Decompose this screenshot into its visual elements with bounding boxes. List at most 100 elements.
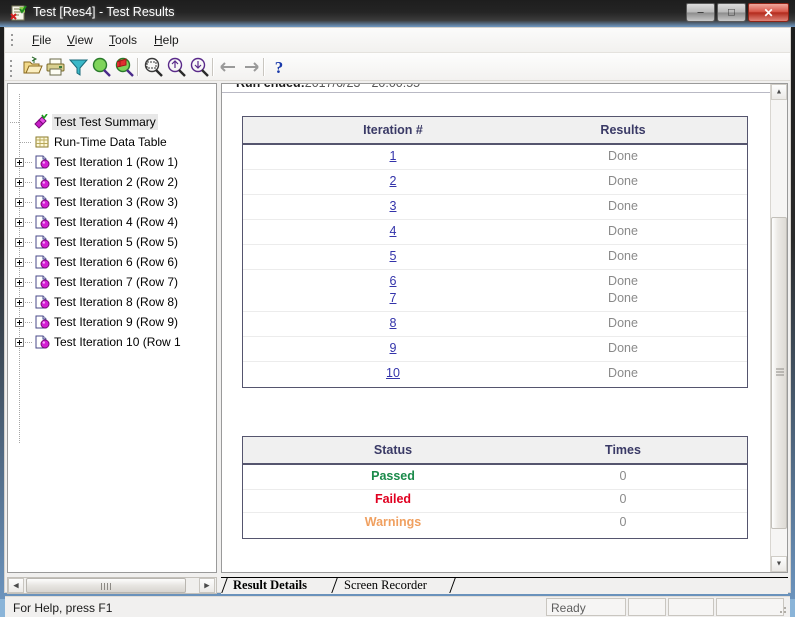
back-arrow-icon[interactable] — [217, 56, 240, 78]
tree-item-iteration-8[interactable]: Test Iteration 8 (Row 8) — [8, 292, 216, 312]
scroll-up-arrow-icon[interactable]: ▲ — [771, 84, 787, 100]
expand-icon[interactable] — [15, 158, 24, 167]
tab-screen-recorder[interactable]: Screen Recorder — [344, 577, 427, 594]
tab-result-details[interactable]: Result Details — [233, 577, 307, 594]
expand-icon[interactable] — [15, 238, 24, 247]
find-icon[interactable] — [90, 56, 113, 78]
close-button[interactable]: ✕ — [748, 3, 789, 22]
expand-icon[interactable] — [15, 258, 24, 267]
print-icon[interactable] — [44, 56, 67, 78]
iteration-link[interactable]: 8 — [390, 316, 397, 330]
filter-icon[interactable] — [67, 56, 90, 78]
title-bar: Test [Res4] - Test Results – □ ✕ — [0, 0, 795, 27]
tree-item-test-summary[interactable]: Test Test Summary — [8, 112, 216, 132]
table-row[interactable]: 10 Done — [243, 362, 747, 387]
table-row[interactable]: 7 Done — [243, 287, 747, 312]
result-cell: Done — [608, 366, 638, 380]
tree-horizontal-scrollbar[interactable]: ◀ ▶ — [7, 577, 217, 594]
tree-item-iteration-5[interactable]: Test Iteration 5 (Row 5) — [8, 232, 216, 252]
minimize-icon: – — [697, 6, 704, 18]
help-icon[interactable]: ? — [268, 56, 291, 78]
menu-item-file[interactable]: File — [25, 32, 58, 49]
iteration-cell[interactable]: 1 — [303, 149, 483, 163]
iteration-link[interactable]: 6 — [390, 274, 397, 288]
menu-item-tools-label: ools — [115, 33, 138, 47]
menu-item-tools[interactable]: Tools — [102, 32, 144, 49]
resize-grip-icon[interactable] — [776, 603, 788, 615]
tree-item-label: Test Iteration 5 (Row 5) — [54, 235, 179, 249]
iteration-link[interactable]: 3 — [390, 199, 397, 213]
zoom-in-icon[interactable] — [165, 56, 188, 78]
iteration-link[interactable]: 4 — [390, 224, 397, 238]
test-summary-icon — [32, 113, 48, 130]
expand-icon[interactable] — [15, 178, 24, 187]
iteration-cell[interactable]: 2 — [303, 174, 483, 188]
result-cell: Done — [608, 291, 638, 305]
iteration-cell[interactable]: 3 — [303, 199, 483, 213]
iteration-link[interactable]: 5 — [390, 249, 397, 263]
tree-item-iteration-4[interactable]: Test Iteration 4 (Row 4) — [8, 212, 216, 232]
expand-icon[interactable] — [15, 278, 24, 287]
minimize-button[interactable]: – — [686, 3, 715, 22]
iteration-link[interactable]: 1 — [390, 149, 397, 163]
iteration-cell[interactable]: 4 — [303, 224, 483, 238]
table-row[interactable]: 2 Done — [243, 170, 747, 195]
content-scrollbar-thumb[interactable] — [771, 217, 787, 529]
tree-item-label: Test Iteration 9 (Row 9) — [54, 315, 179, 329]
scroll-right-arrow-icon[interactable]: ▶ — [199, 578, 215, 593]
content-vertical-scrollbar[interactable]: ▲ ▼ — [770, 84, 787, 572]
iteration-cell[interactable]: 5 — [303, 249, 483, 263]
expand-icon[interactable] — [15, 318, 24, 327]
tree-scrollbar-thumb[interactable] — [26, 578, 186, 593]
tree-item-runtime-data-table[interactable]: Run-Time Data Table — [8, 132, 216, 152]
table-row[interactable]: 3 Done — [243, 195, 747, 220]
table-row[interactable]: 4 Done — [243, 220, 747, 245]
zoom-selection-icon[interactable] — [142, 56, 165, 78]
tree-item-iteration-10[interactable]: Test Iteration 10 (Row 1 — [8, 332, 216, 352]
status-panel-label: Ready — [551, 601, 586, 615]
scrollbar-grip — [776, 368, 784, 378]
table-row[interactable]: 9 Done — [243, 337, 747, 362]
zoom-out-icon[interactable] — [188, 56, 211, 78]
maximize-button[interactable]: □ — [717, 3, 746, 22]
test-tree-panel[interactable]: Test Test Summary Run-Time Data Table Te… — [7, 83, 217, 573]
svg-text:?: ? — [275, 58, 284, 77]
tree-item-iteration-7[interactable]: Test Iteration 7 (Row 7) — [8, 272, 216, 292]
iteration-link[interactable]: 9 — [390, 341, 397, 355]
expand-icon[interactable] — [15, 298, 24, 307]
expand-icon[interactable] — [15, 338, 24, 347]
maximize-icon: □ — [728, 6, 735, 18]
iteration-cell[interactable]: 8 — [303, 316, 483, 330]
scroll-left-arrow-icon[interactable]: ◀ — [8, 578, 24, 593]
iteration-results-table: Iteration # Results 1 Done 2 Done 3 Done — [242, 116, 748, 288]
iteration-cell[interactable]: 7 — [303, 291, 483, 305]
expand-icon[interactable] — [15, 198, 24, 207]
table-row[interactable]: 5 Done — [243, 245, 747, 270]
table-row[interactable]: 8 Done — [243, 312, 747, 337]
iteration-cell[interactable]: 9 — [303, 341, 483, 355]
tree-item-iteration-3[interactable]: Test Iteration 3 (Row 3) — [8, 192, 216, 212]
menu-item-view[interactable]: View — [60, 32, 100, 49]
menu-item-help[interactable]: Help — [147, 32, 186, 49]
open-icon[interactable] — [21, 56, 44, 78]
menu-grip-handle[interactable] — [11, 34, 14, 47]
iteration-cell[interactable]: 6 — [303, 274, 483, 288]
toolbar-grip-handle[interactable] — [10, 60, 13, 77]
scroll-down-arrow-icon[interactable]: ▼ — [771, 556, 787, 572]
table-header-row: Status Times — [243, 437, 747, 465]
tree-item-iteration-2[interactable]: Test Iteration 2 (Row 2) — [8, 172, 216, 192]
iteration-cell[interactable]: 10 — [303, 366, 483, 380]
expand-icon[interactable] — [15, 218, 24, 227]
find-next-icon[interactable] — [113, 56, 136, 78]
iteration-icon — [34, 294, 50, 310]
results-content-panel[interactable]: Run ended:2017/6/23 - 20:00:55 Iteration… — [221, 83, 788, 573]
table-row[interactable]: 1 Done — [243, 145, 747, 170]
status-panel-3 — [668, 598, 714, 616]
forward-arrow-icon[interactable] — [240, 56, 263, 78]
iteration-link[interactable]: 2 — [390, 174, 397, 188]
tree-item-iteration-6[interactable]: Test Iteration 6 (Row 6) — [8, 252, 216, 272]
iteration-link[interactable]: 7 — [390, 291, 397, 305]
tree-item-iteration-9[interactable]: Test Iteration 9 (Row 9) — [8, 312, 216, 332]
tree-item-iteration-1[interactable]: Test Iteration 1 (Row 1) — [8, 152, 216, 172]
iteration-link[interactable]: 10 — [386, 366, 400, 380]
